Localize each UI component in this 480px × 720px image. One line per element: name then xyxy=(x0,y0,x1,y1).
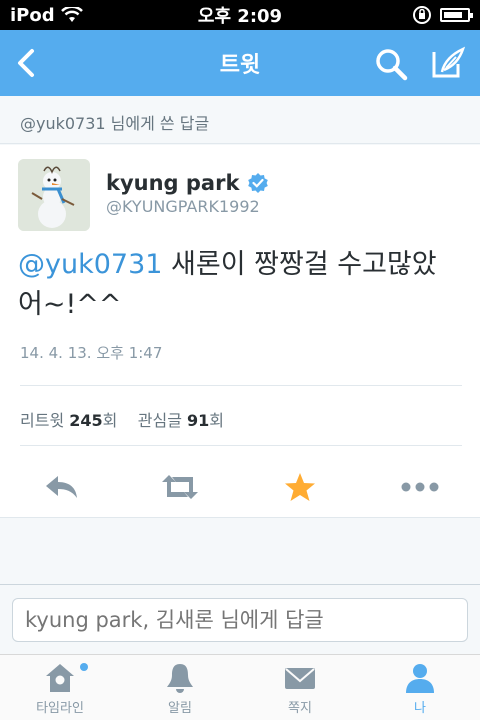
divider xyxy=(20,445,462,446)
retweets-label: 리트윗 xyxy=(20,411,65,430)
new-content-badge xyxy=(80,663,88,671)
tweet-card: kyung park @KYUNGPARK1992 @yuk0731 새론이 짱… xyxy=(0,145,480,518)
battery-fill xyxy=(444,12,462,18)
favorites-count: 91 xyxy=(187,411,210,430)
more-icon xyxy=(401,482,439,492)
carrier-label: iPod xyxy=(10,4,55,26)
battery-icon xyxy=(440,8,473,22)
tab-me[interactable]: 나 xyxy=(360,655,480,720)
reply-context[interactable]: @yuk0731 님에게 쓴 답글 xyxy=(0,96,480,144)
retweet-icon xyxy=(162,475,198,499)
snowman-avatar-image xyxy=(18,159,90,231)
back-icon[interactable] xyxy=(12,47,42,79)
reply-button[interactable] xyxy=(42,471,82,503)
reply-bar xyxy=(0,584,480,654)
tab-label: 타임라인 xyxy=(36,701,84,716)
search-icon[interactable] xyxy=(374,47,408,81)
tab-messages[interactable]: 쪽지 xyxy=(240,655,360,720)
more-button[interactable] xyxy=(400,471,440,503)
tweet-actions xyxy=(0,465,480,509)
retweets-count: 245 xyxy=(69,411,103,430)
tab-label: 나 xyxy=(414,701,426,716)
favorites-label: 관심글 xyxy=(137,411,182,430)
status-time: 오후 2:09 xyxy=(197,6,283,27)
retweet-button[interactable] xyxy=(160,471,200,503)
reply-input[interactable] xyxy=(12,598,468,642)
status-right-area xyxy=(310,5,473,25)
verified-icon xyxy=(248,173,269,193)
divider xyxy=(20,385,462,386)
tab-label: 알림 xyxy=(168,701,192,716)
tweet-stats: 리트윗 245회 관심글 91회 xyxy=(20,407,224,431)
reply-icon xyxy=(46,476,77,498)
favorite-button[interactable] xyxy=(280,471,320,503)
author-name: kyung park xyxy=(106,171,240,195)
favorite-icon xyxy=(285,473,315,501)
author-name-row[interactable]: kyung park xyxy=(106,171,269,195)
envelope-icon xyxy=(285,668,315,689)
tab-label: 쪽지 xyxy=(288,701,312,716)
tweet-mention-link[interactable]: @yuk0731 xyxy=(18,249,162,280)
retweets-unit: 회 xyxy=(102,411,118,430)
wifi-icon xyxy=(60,7,83,22)
favorites-unit: 회 xyxy=(209,411,225,430)
bell-icon xyxy=(167,664,193,693)
status-carrier-area: iPod xyxy=(10,5,170,26)
author-handle[interactable]: @KYUNGPARK1992 xyxy=(106,197,260,216)
status-bar: iPod 오후 2:09 xyxy=(0,0,480,30)
tweet-text: @yuk0731 새론이 짱짱걸 수고많았어~!^^ xyxy=(18,245,458,325)
tweet-timestamp: 14. 4. 13. 오후 1:47 xyxy=(20,344,163,362)
rotation-lock-icon xyxy=(413,6,431,24)
nav-bar: 트윗 xyxy=(0,30,480,96)
home-icon xyxy=(46,664,74,692)
tab-timeline[interactable]: 타임라인 xyxy=(0,655,120,720)
person-icon xyxy=(406,664,434,693)
avatar[interactable] xyxy=(18,159,90,231)
retweets-stat[interactable]: 리트윗 245회 xyxy=(20,411,117,430)
compose-icon[interactable] xyxy=(430,46,466,80)
tab-notifications[interactable]: 알림 xyxy=(120,655,240,720)
tab-bar: 타임라인 알림 쪽지 나 xyxy=(0,654,480,720)
favorites-stat[interactable]: 관심글 91회 xyxy=(138,411,224,430)
nav-title: 트윗 xyxy=(219,53,261,78)
